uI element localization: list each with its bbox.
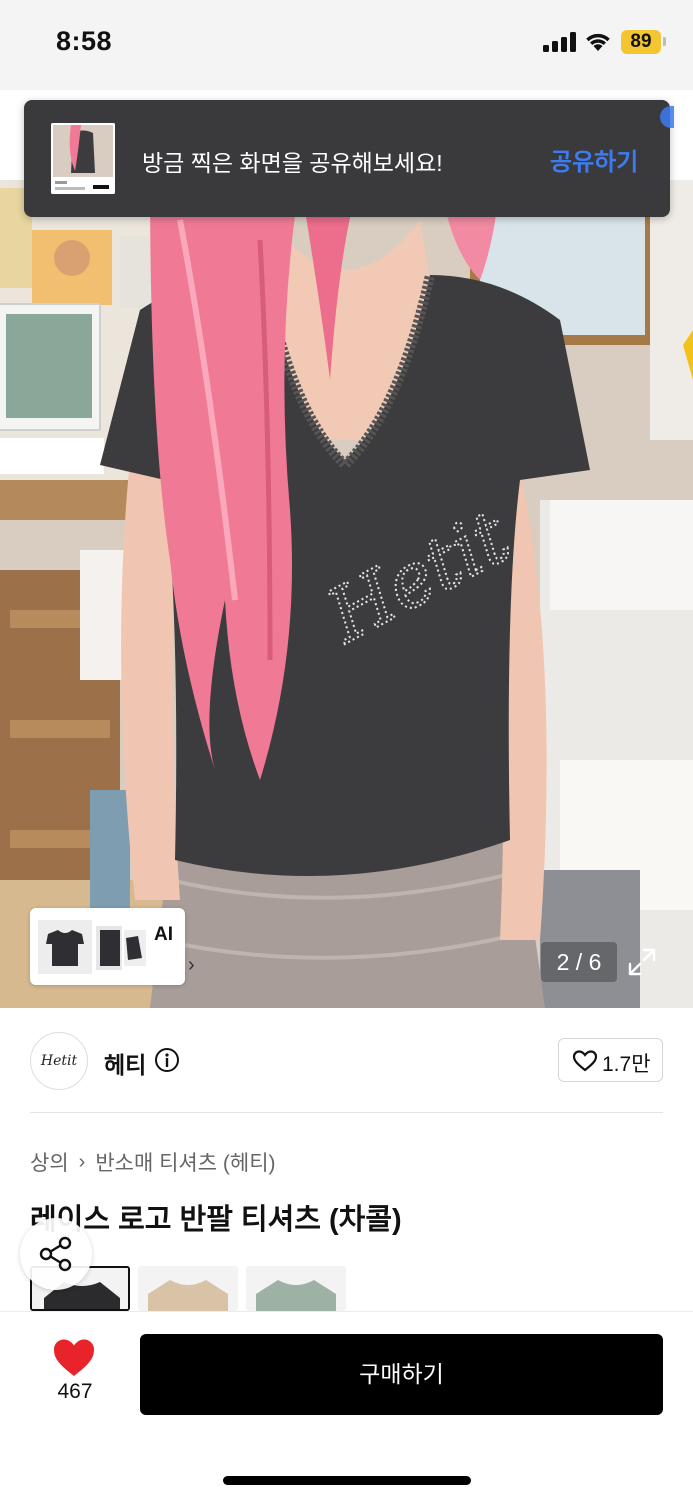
signal-icon — [543, 32, 576, 52]
image-counter: 2 / 6 — [541, 942, 617, 982]
ai-similar-items-button[interactable]: AI › — [30, 908, 195, 985]
home-indicator — [223, 1476, 471, 1485]
heart-filled-icon[interactable] — [50, 1336, 98, 1378]
product-image[interactable]: Hetit — [0, 180, 693, 1008]
product-title: 레이스 로고 반팔 티셔츠 (차콜) — [30, 1204, 402, 1236]
info-icon[interactable] — [154, 1047, 180, 1073]
ai-thumbnails — [38, 920, 146, 974]
ai-label: AI — [154, 924, 173, 945]
breadcrumb-subcategory[interactable]: 반소매 티셔츠 (헤티) — [95, 1147, 275, 1177]
breadcrumb-category[interactable]: 상의 — [30, 1147, 69, 1177]
battery-tip — [663, 37, 666, 46]
chevron-right-icon: › — [188, 954, 195, 976]
status-bar: 8:58 89 — [0, 0, 693, 90]
toast-share-button[interactable]: 공유하기 — [550, 142, 638, 177]
battery-icon: 89 — [621, 30, 661, 54]
divider — [30, 1112, 663, 1113]
color-swatch-mint[interactable] — [246, 1266, 346, 1311]
color-swatch-beige[interactable] — [138, 1266, 238, 1311]
wifi-icon — [586, 33, 610, 51]
store-name[interactable]: 헤티 — [104, 1046, 146, 1080]
store-like-count: 1.7만 — [602, 1053, 651, 1076]
breadcrumb: 상의 › 반소매 티셔츠 (헤티) — [30, 1147, 276, 1177]
screenshot-thumbnail — [51, 123, 115, 194]
store-like-button[interactable]: 1.7만 — [558, 1038, 663, 1082]
heart-outline-icon — [572, 1050, 598, 1072]
share-icon — [39, 1236, 72, 1272]
expand-icon[interactable] — [624, 942, 660, 982]
share-toast: 방금 찍은 화면을 공유해보세요! 공유하기 — [24, 100, 670, 217]
buy-button[interactable]: 구매하기 — [140, 1334, 663, 1415]
chevron-right-icon: › — [78, 1150, 86, 1173]
share-button[interactable] — [20, 1218, 92, 1290]
status-time: 8:58 — [56, 26, 113, 56]
wish-count: 467 — [57, 1380, 93, 1403]
product-photo-illustration: Hetit — [0, 180, 693, 1008]
toast-message: 방금 찍은 화면을 공유해보세요! — [142, 150, 443, 176]
store-logo[interactable]: Hetit — [30, 1032, 88, 1090]
